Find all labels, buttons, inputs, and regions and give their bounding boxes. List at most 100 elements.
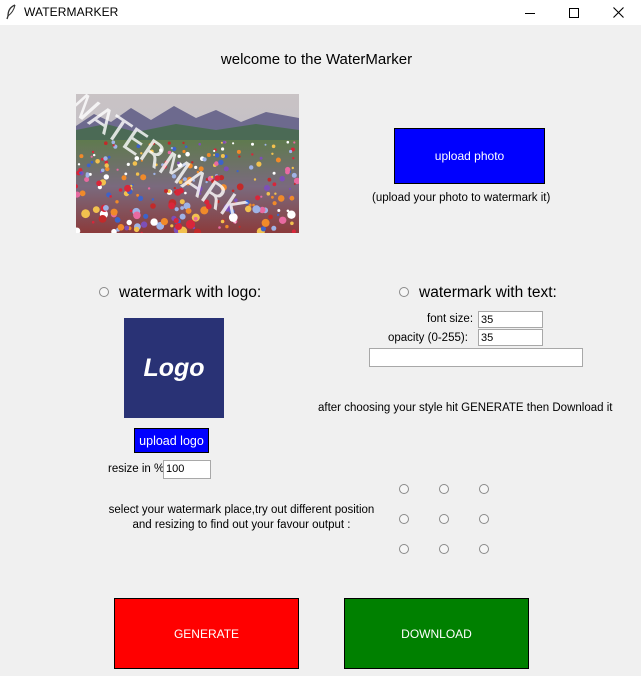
flower-dot (91, 220, 95, 224)
flower-dot (140, 221, 148, 228)
flower-dot (271, 195, 274, 199)
flower-dot (175, 223, 182, 230)
position-radio-top-right[interactable] (479, 484, 489, 494)
logo-preview: Logo (124, 318, 224, 418)
flower-dot (110, 208, 118, 216)
font-size-label: font size: (427, 313, 474, 325)
flower-dot (271, 152, 274, 155)
upload-photo-hint: (upload your photo to watermark it) (372, 192, 551, 204)
flower-dot (133, 226, 140, 233)
flower-dot (220, 154, 225, 158)
flower-dot (85, 172, 90, 176)
flower-dot (260, 195, 263, 198)
download-button[interactable]: DOWNLOAD (344, 598, 529, 669)
flower-dot (293, 183, 296, 185)
flower-dot (179, 199, 185, 205)
flower-dot (267, 177, 272, 182)
flower-dot (121, 175, 127, 181)
flower-dot (264, 143, 267, 146)
flower-dot (252, 205, 261, 214)
flower-dot (249, 165, 254, 170)
flower-dot (214, 161, 219, 166)
welcome-heading: welcome to the WaterMarker (220, 51, 413, 68)
placement-line-2: and resizing to find out your favour out… (132, 519, 351, 531)
flower-dot (272, 182, 277, 187)
flower-dot (136, 193, 139, 197)
flower-dot (286, 140, 290, 144)
generate-button[interactable]: GENERATE (114, 598, 299, 669)
flower-dot (79, 190, 86, 197)
flower-dot (271, 225, 277, 231)
position-radio-bottom-right[interactable] (479, 544, 489, 554)
flower-dot (218, 226, 221, 229)
flower-dot (223, 166, 229, 172)
flower-dot (86, 163, 91, 168)
flower-dot (238, 155, 241, 158)
flower-dot (84, 177, 90, 182)
font-size-input[interactable]: 35 (478, 311, 543, 328)
flower-dot (266, 192, 271, 196)
resize-input[interactable]: 100 (163, 460, 211, 479)
position-radio-bottom-left[interactable] (399, 544, 409, 554)
opacity-input[interactable]: 35 (478, 329, 543, 346)
flower-dot (213, 149, 216, 153)
position-radio-middle-right[interactable] (479, 514, 489, 524)
flower-dot (285, 169, 290, 175)
minimize-icon (524, 8, 535, 18)
minimize-button-visual[interactable] (507, 0, 552, 25)
flower-dot (107, 155, 111, 159)
flower-dot (277, 209, 281, 212)
flower-dot (150, 203, 156, 209)
flower-dot (184, 145, 188, 148)
maximize-button-visual[interactable] (552, 0, 596, 25)
flower-dot (232, 142, 235, 145)
position-radio-top-left[interactable] (399, 484, 409, 494)
flower-dot (147, 187, 151, 190)
flower-dot (160, 218, 168, 226)
flower-dot (198, 142, 201, 146)
flower-dot (236, 170, 239, 173)
position-radio-middle-left[interactable] (399, 514, 409, 524)
flower-dot (95, 159, 100, 164)
logo-mode-label: watermark with logo: (119, 284, 262, 301)
flower-dot (109, 195, 112, 198)
text-mode-label: watermark with text: (419, 284, 557, 301)
flower-dot (202, 157, 207, 162)
flower-dot (213, 154, 216, 156)
flower-dot (118, 188, 123, 192)
flower-dot (79, 154, 84, 159)
flower-dot (289, 149, 293, 154)
close-button[interactable] (596, 0, 641, 25)
flower-dot (91, 150, 95, 154)
flower-dot (126, 219, 132, 226)
flower-dot (272, 171, 276, 175)
flower-dot (272, 201, 277, 206)
flower-dot (124, 184, 132, 192)
flower-dot (129, 209, 133, 212)
flower-dot (251, 142, 254, 146)
flower-dot (81, 209, 90, 219)
flower-dot (268, 214, 273, 220)
flower-dot (290, 221, 294, 226)
flower-dot (277, 195, 285, 202)
text-mode-radio[interactable] (399, 287, 409, 297)
flower-dot (179, 213, 186, 220)
placement-instructions: select your watermark place,try out diff… (95, 503, 388, 533)
flower-dot (218, 159, 224, 165)
window-title: WATERMARKER (24, 5, 119, 19)
position-radio-top-center[interactable] (439, 484, 449, 494)
position-radio-bottom-center[interactable] (439, 544, 449, 554)
flower-dot (174, 207, 179, 212)
upload-photo-button[interactable]: upload photo (394, 128, 545, 184)
flower-dot (279, 175, 285, 182)
position-radio-middle-center[interactable] (439, 514, 449, 524)
flower-dot (253, 178, 257, 181)
flower-dot (221, 147, 225, 151)
flower-dot (214, 153, 220, 158)
logo-mode-radio[interactable] (99, 287, 109, 297)
watermark-text-input[interactable] (369, 348, 583, 367)
flower-dot (193, 216, 198, 221)
flower-dot (138, 195, 144, 201)
flower-field-image: WATERMARK (76, 94, 299, 233)
upload-logo-button[interactable]: upload logo (134, 428, 209, 453)
